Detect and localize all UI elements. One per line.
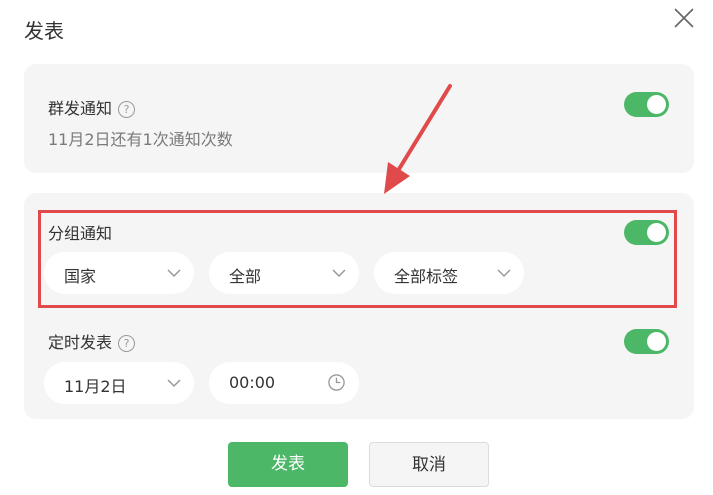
group-notice-label: 分组通知 [48, 224, 113, 243]
toggle-knob [647, 223, 666, 242]
dialog-title: 发表 [24, 19, 64, 43]
tag-select[interactable]: 全部标签 [374, 252, 524, 294]
notice-settings-card: 分组通知 国家 全部 全部标签 定时发表? 11月2日 00:00 [24, 193, 694, 419]
help-icon[interactable]: ? [118, 101, 136, 118]
country-select[interactable]: 国家 [44, 252, 194, 294]
scheduled-label: 定时发表 [48, 333, 113, 352]
clock-icon [328, 374, 345, 391]
date-select-value: 11月2日 [64, 377, 127, 396]
toggle-knob [647, 332, 666, 351]
scheduled-toggle[interactable] [624, 329, 669, 354]
chevron-down-icon [167, 379, 181, 388]
date-select[interactable]: 11月2日 [44, 362, 194, 404]
toggle-knob [647, 95, 666, 114]
scheduled-row: 定时发表? [48, 329, 136, 353]
chevron-down-icon [497, 269, 511, 278]
mass-notice-remaining-text: 11月2日还有1次通知次数 [48, 130, 233, 149]
group-notice-toggle[interactable] [624, 220, 669, 245]
mass-notice-card: 群发通知? 11月2日还有1次通知次数 [24, 64, 694, 173]
help-icon[interactable]: ? [118, 335, 136, 352]
mass-notice-row: 群发通知? [48, 95, 136, 119]
tag-select-value: 全部标签 [394, 267, 459, 286]
time-picker[interactable]: 00:00 [209, 362, 359, 404]
region-select-value: 全部 [229, 267, 262, 286]
time-picker-value: 00:00 [229, 373, 276, 392]
chevron-down-icon [332, 269, 346, 278]
publish-button[interactable]: 发表 [228, 442, 348, 487]
mass-notice-toggle[interactable] [624, 92, 669, 117]
cancel-button[interactable]: 取消 [369, 442, 489, 487]
mass-notice-label: 群发通知 [48, 99, 113, 118]
region-select[interactable]: 全部 [209, 252, 359, 294]
chevron-down-icon [167, 269, 181, 278]
close-icon[interactable] [672, 6, 696, 30]
country-select-value: 国家 [64, 267, 97, 286]
